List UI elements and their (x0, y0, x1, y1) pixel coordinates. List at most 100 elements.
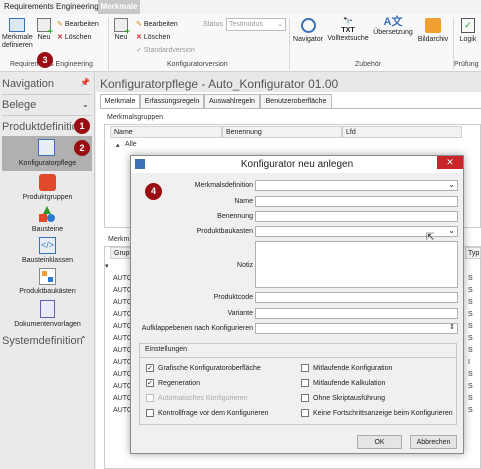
label-variante: Variante (227, 310, 253, 317)
edit-icon: ✎ (57, 21, 63, 28)
type-cell: S (468, 275, 473, 282)
tab-merkmale[interactable]: Merkmale (100, 94, 140, 108)
close-button[interactable]: ✕ (437, 156, 463, 169)
checkbox-unchecked-icon (146, 394, 154, 402)
bearbeiten-button[interactable]: ✎ Bearbeiten (57, 20, 99, 29)
delete-icon: ✕ (136, 34, 142, 41)
component-classes-icon: </> (39, 237, 56, 254)
aufklappebenen-stepper[interactable]: ⇕ (255, 323, 458, 334)
nav-section-systemdefinition[interactable]: Systemdefinition (2, 335, 83, 347)
loeschen-version-button[interactable]: ✕ Löschen (136, 33, 170, 42)
type-cell: S (468, 335, 473, 342)
chevron-down-icon: ⌄ (277, 21, 283, 28)
col-header-typ[interactable]: Typ (465, 247, 481, 259)
checkbox-mitlaufende-konfiguration[interactable]: Mitlaufende Konfiguration (301, 364, 392, 372)
col-header-benennung[interactable]: Benennung (222, 126, 342, 138)
group-label-zubehoer: Zubehör (355, 61, 382, 68)
app-tab-bar: Requirements Engineering Merkmale (0, 0, 481, 14)
uebersetzung-button[interactable]: A文 Übersetzung (372, 16, 414, 37)
benennung-input[interactable] (255, 211, 458, 222)
label-produktcode: Produktcode (213, 294, 253, 301)
navigator-button[interactable]: Navigator (292, 18, 324, 44)
checkbox-checked-icon: ✓ (146, 379, 154, 387)
divider (2, 94, 92, 95)
produktcode-input[interactable] (255, 292, 458, 303)
checkbox-grafische-oberflaeche[interactable]: ✓ Grafische Konfiguratoroberfläche (146, 364, 261, 372)
tab-erfassungsregeln[interactable]: Erfassungsregeln (140, 94, 204, 108)
app-tab[interactable]: Requirements Engineering (4, 2, 99, 11)
page-title: Konfiguratorpflege - Auto_Konfigurator 0… (100, 77, 339, 91)
ribbon-tab-merkmale[interactable]: Merkmale (98, 0, 140, 14)
type-cell: S (468, 299, 473, 306)
pin-icon[interactable]: 📌 (80, 78, 90, 87)
type-cell: S (468, 323, 473, 330)
check-icon: ✓ (136, 47, 142, 54)
tab-auswahlregeln[interactable]: Auswahlregeln (204, 94, 260, 108)
checkbox-mitlaufende-kalkulation[interactable]: Mitlaufende Kalkulation (301, 379, 385, 387)
spinner-icon: ⇕ (449, 324, 455, 331)
nav-item-dokumentenvorlagen[interactable]: Dokumentenvorlagen (0, 300, 95, 330)
status-select[interactable]: Testmodus ⌄ (226, 18, 286, 31)
tab-benutzeroberflaeche[interactable]: Benutzeroberfläche (260, 94, 332, 108)
callout-badge: 3 (37, 52, 53, 68)
label-notiz: Notiz (237, 262, 253, 269)
col-header-name[interactable]: Name (110, 126, 222, 138)
neu-button[interactable]: + Neu (34, 18, 54, 42)
ok-button[interactable]: OK (357, 435, 402, 449)
checkbox-unchecked-icon (301, 364, 309, 372)
close-icon: ✕ (446, 157, 454, 167)
txt-icon-label: TXT (341, 27, 355, 34)
navigation-header: Navigation (2, 78, 54, 90)
logik-button[interactable]: ✓ Logik (456, 18, 480, 44)
bearbeiten-version-button[interactable]: ✎ Bearbeiten (136, 20, 178, 29)
checkbox-checked-icon: ✓ (146, 364, 154, 372)
delete-icon: ✕ (57, 34, 63, 41)
chevron-down-icon[interactable]: ⌄ (82, 100, 89, 109)
neu-version-button[interactable]: + Neu (111, 18, 131, 42)
checkbox-regeneration[interactable]: ✓ Regeneration (146, 379, 200, 387)
bildarchiv-button[interactable]: Bildarchiv (415, 18, 451, 44)
tree-root-alle[interactable]: Alle (125, 141, 137, 148)
checkbox-unchecked-icon (301, 379, 309, 387)
components-icon (39, 206, 56, 223)
dialog-title: Konfigurator neu anlegen (131, 156, 463, 173)
type-cell: S (468, 311, 473, 318)
notiz-textarea[interactable] (255, 241, 458, 288)
nav-item-bausteinklassen[interactable]: </> Bausteinklassen (0, 237, 95, 267)
nav-item-produktbaukaesten[interactable]: Produktbaukästen (0, 268, 95, 298)
checkbox-kontrollfrage[interactable]: Kontrollfrage vor dem Konfigurieren (146, 409, 269, 417)
loeschen-button[interactable]: ✕ Löschen (57, 33, 91, 42)
variante-input[interactable] (255, 308, 458, 319)
type-cell: I (468, 359, 470, 366)
type-cell: S (468, 383, 473, 390)
checkbox-ohne-skriptausfuehrung[interactable]: Ohne Skriptausführung (301, 394, 385, 402)
label-name: Name (234, 198, 253, 205)
nav-item-produktgruppen[interactable]: Produktgruppen (0, 174, 95, 204)
nav-item-bausteine[interactable]: Bausteine (0, 206, 95, 236)
chevron-up-icon[interactable]: ⌃ (80, 335, 87, 344)
tree-expand-icon[interactable]: ▴ (116, 141, 120, 149)
checkbox-keine-fortschrittsanzeige[interactable]: Keine Fortschrittsanzeige beim Konfiguri… (301, 409, 453, 417)
callout-badge: 1 (74, 118, 90, 134)
chevron-down-icon: ⌄ (448, 226, 455, 235)
nav-section-produktdefinition[interactable]: Produktdefinition (2, 121, 74, 133)
merkmale-definieren-button[interactable]: Merkmale definieren (2, 18, 33, 50)
ribbon-divider (108, 18, 109, 70)
nav-section-belege[interactable]: Belege (2, 99, 36, 111)
name-input[interactable] (255, 196, 458, 207)
edit-icon: ✎ (136, 21, 142, 28)
merkmalsdefinition-select[interactable]: ⌄ (255, 180, 458, 191)
product-groups-icon (39, 174, 56, 191)
standardversion-toggle[interactable]: ✓ Standardversion (136, 46, 195, 55)
checkbox-automatisches-konfigurieren[interactable]: Automatisches Konfigurieren (146, 394, 248, 402)
type-cell: S (468, 407, 473, 414)
callout-badge: 2 (74, 140, 90, 156)
abbrechen-button[interactable]: Abbrechen (410, 435, 457, 449)
col-header-lfd[interactable]: Lfd (342, 126, 462, 138)
filter-icon[interactable]: ▾ (105, 262, 109, 270)
translate-icon: A文 (383, 16, 403, 28)
mouse-cursor-icon: ⇱ (426, 232, 435, 243)
archive-icon (425, 18, 441, 33)
volltextsuche-button[interactable]: 🔭 TXT Volltextsuche (326, 18, 370, 43)
new-icon: + (37, 18, 53, 36)
